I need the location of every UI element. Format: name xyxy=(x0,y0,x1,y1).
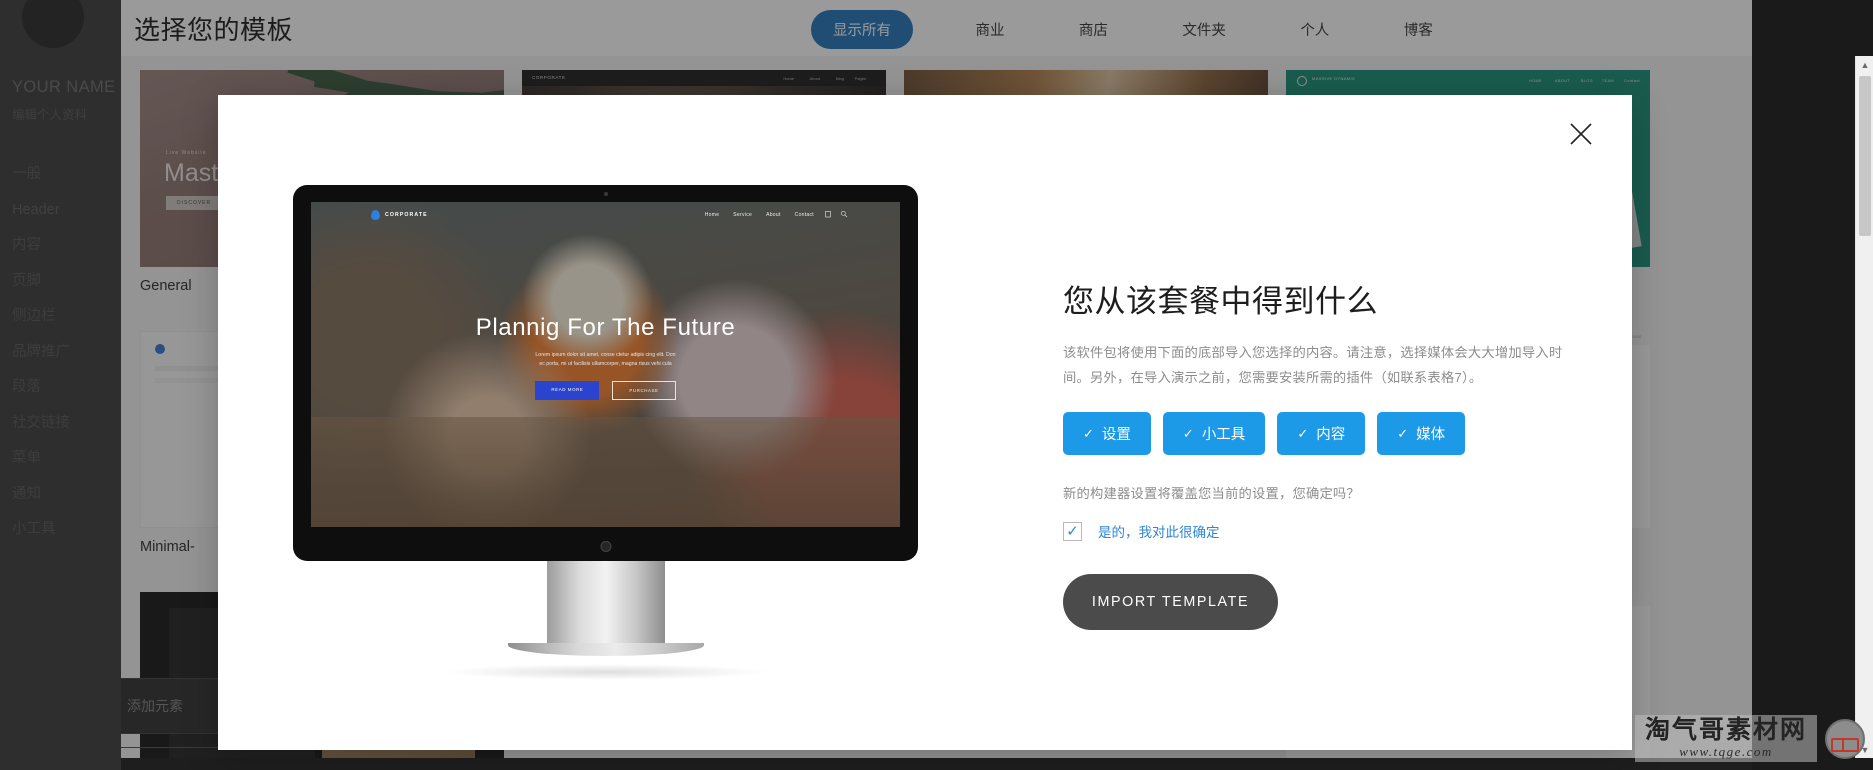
watermark-box: 淘气哥素材网 www.tqge.com xyxy=(1634,715,1817,762)
sidebar-user-name: YOUR NAME xyxy=(12,78,116,96)
brand-mark-icon xyxy=(371,210,380,220)
chip-settings-label: 设置 xyxy=(1101,427,1131,443)
chip-content[interactable]: ✓ 内容 xyxy=(1277,412,1366,455)
import-template-button[interactable]: IMPORT TEMPLATE xyxy=(1063,574,1278,630)
sidebar-menu: 一般 Header 内容 页脚 侧边栏 品牌推广 段落 社交链接 菜单 通知 小… xyxy=(12,167,122,558)
check-icon: ✓ xyxy=(1297,425,1309,441)
import-template-modal: CORPORATE Home Service About Contact Pla… xyxy=(218,95,1632,750)
search-icon xyxy=(841,211,848,218)
template-preview-monitor: CORPORATE Home Service About Contact Pla… xyxy=(293,185,918,680)
webcam-icon xyxy=(603,192,608,196)
chip-media-label: 媒体 xyxy=(1416,427,1446,443)
monitor-shadow xyxy=(440,664,771,680)
sidebar-item-paragraph[interactable]: 段落 xyxy=(12,380,122,395)
monitor-stand xyxy=(546,561,665,643)
agree-checkbox-row[interactable]: ✓ 是的，我对此很确定 xyxy=(1063,521,1583,541)
chip-widgets-label: 小工具 xyxy=(1201,427,1246,443)
modal-content-panel: 您从该套餐中得到什么 该软件包将使用下面的底部导入您选择的内容。请注意，选择媒体… xyxy=(1063,281,1583,630)
thumb-title: CORPORATE xyxy=(532,75,566,80)
page-title: 选择您的模板 xyxy=(134,15,294,45)
monitor-logo xyxy=(600,541,611,552)
thumb-title: MASSIVE DYNAMIX xyxy=(1312,76,1356,81)
sidebar-item-branding[interactable]: 品牌推广 xyxy=(12,344,122,360)
sidebar-item-content[interactable]: 内容 xyxy=(12,238,122,253)
preview-screen: CORPORATE Home Service About Contact Pla… xyxy=(311,202,900,527)
bottom-dark-band xyxy=(0,758,1752,770)
watermark-url: www.tqge.com xyxy=(1679,744,1773,759)
sidebar-item-widgets[interactable]: 小工具 xyxy=(12,522,122,537)
sidebar-item-header[interactable]: Header xyxy=(12,202,122,218)
close-icon[interactable] xyxy=(1566,119,1596,149)
scroll-up-icon[interactable]: ▲ xyxy=(1856,56,1873,73)
vertical-scrollbar[interactable]: ▲ ▼ xyxy=(1855,56,1873,758)
modal-heading: 您从该套餐中得到什么 xyxy=(1063,284,1378,319)
preview-nav-home: Home xyxy=(704,212,720,218)
import-option-chips: ✓ 设置 ✓ 小工具 ✓ 内容 ✓ 媒体 xyxy=(1063,412,1583,455)
sidebar-item-social-links[interactable]: 社交链接 xyxy=(12,415,122,431)
filter-tab-portfolio[interactable]: 文件夹 xyxy=(1182,10,1226,49)
watermark-title: 淘气哥素材网 xyxy=(1644,716,1807,744)
sidebar-item-sidebar[interactable]: 侧边栏 xyxy=(12,309,122,324)
preview-read-more-button: READ MORE xyxy=(535,381,600,400)
cart-icon xyxy=(825,211,831,218)
check-icon: ✓ xyxy=(1083,425,1094,441)
chip-settings[interactable]: ✓ 设置 xyxy=(1063,412,1151,455)
preview-nav-about: About xyxy=(766,212,781,218)
sidebar-item-menu[interactable]: 菜单 xyxy=(12,451,122,466)
left-sidebar: YOUR NAME 编辑个人资料 一般 Header 内容 页脚 侧边栏 品牌推… xyxy=(0,0,121,770)
monitor-base xyxy=(507,643,704,656)
chip-content-label: 内容 xyxy=(1316,427,1346,443)
watermark: 淘气哥素材网 www.tqge.com xyxy=(1634,715,1865,762)
avatar[interactable] xyxy=(22,0,84,48)
check-icon: ✓ xyxy=(1182,425,1194,441)
filter-tab-business[interactable]: 商业 xyxy=(975,10,1004,49)
app-root: 选择您的模板 显示所有 商业 商店 文件夹 个人 博客 Live Website… xyxy=(0,0,1873,770)
glasses-face-icon xyxy=(1825,718,1865,759)
chip-widgets[interactable]: ✓ 小工具 xyxy=(1162,412,1266,455)
modal-confirm-text: 新的构建器设置将覆盖您当前的设置，您确定吗？ xyxy=(1063,486,1360,501)
sidebar-item-footer[interactable]: 页脚 xyxy=(12,273,122,289)
preview-navbar: CORPORATE Home Service About Contact xyxy=(311,202,900,228)
preview-nav-links: Home Service About Contact xyxy=(705,212,814,218)
sidebar-item-general[interactable]: 一般 xyxy=(12,167,122,182)
sidebar-item-notifications[interactable]: 通知 xyxy=(12,486,122,502)
filter-tab-blog[interactable]: 博客 xyxy=(1404,10,1433,49)
chip-media[interactable]: ✓ 媒体 xyxy=(1377,412,1466,455)
preview-hero-line1: Lorem ipsum dolor sit amet, conse ctetur… xyxy=(535,352,676,358)
filter-tab-all[interactable]: 显示所有 xyxy=(811,10,913,49)
thumb-kicker: Live Website xyxy=(166,150,207,156)
scrollbar-thumb[interactable] xyxy=(1859,76,1871,236)
brand-dot-icon xyxy=(1297,76,1307,86)
page-header: 选择您的模板 显示所有 商业 商店 文件夹 个人 博客 xyxy=(121,0,1873,56)
preview-hero: Plannig For The Future Lorem ipsum dolor… xyxy=(311,314,900,400)
preview-nav-service: Service xyxy=(733,212,753,218)
modal-description: 该软件包将使用下面的底部导入您选择的内容。请注意，选择媒体会大大增加导入时间。另… xyxy=(1063,345,1563,385)
preview-hero-title: Plannig For The Future xyxy=(475,314,736,341)
preview-hero-line2: ec porta, mi ut facilisis ullamcorper, m… xyxy=(539,360,672,367)
sidebar-edit-profile-link[interactable]: 编辑个人资料 xyxy=(12,104,87,123)
preview-logo: CORPORATE xyxy=(371,210,428,220)
preview-purchase-button: PURCHASE xyxy=(612,381,676,400)
filter-tabs: 显示所有 商业 商店 文件夹 个人 博客 xyxy=(811,10,1503,49)
thumb-button: DISCOVER xyxy=(166,196,223,210)
agree-checkbox-label: 是的，我对此很确定 xyxy=(1098,525,1220,540)
filter-tab-shop[interactable]: 商店 xyxy=(1079,10,1108,49)
agree-checkbox[interactable]: ✓ xyxy=(1063,521,1082,541)
preview-nav-icons xyxy=(824,210,848,218)
preview-logo-text: CORPORATE xyxy=(385,212,428,218)
check-icon: ✓ xyxy=(1397,425,1409,441)
preview-nav-contact: Contact xyxy=(794,212,814,218)
filter-tab-personal[interactable]: 个人 xyxy=(1300,10,1329,49)
